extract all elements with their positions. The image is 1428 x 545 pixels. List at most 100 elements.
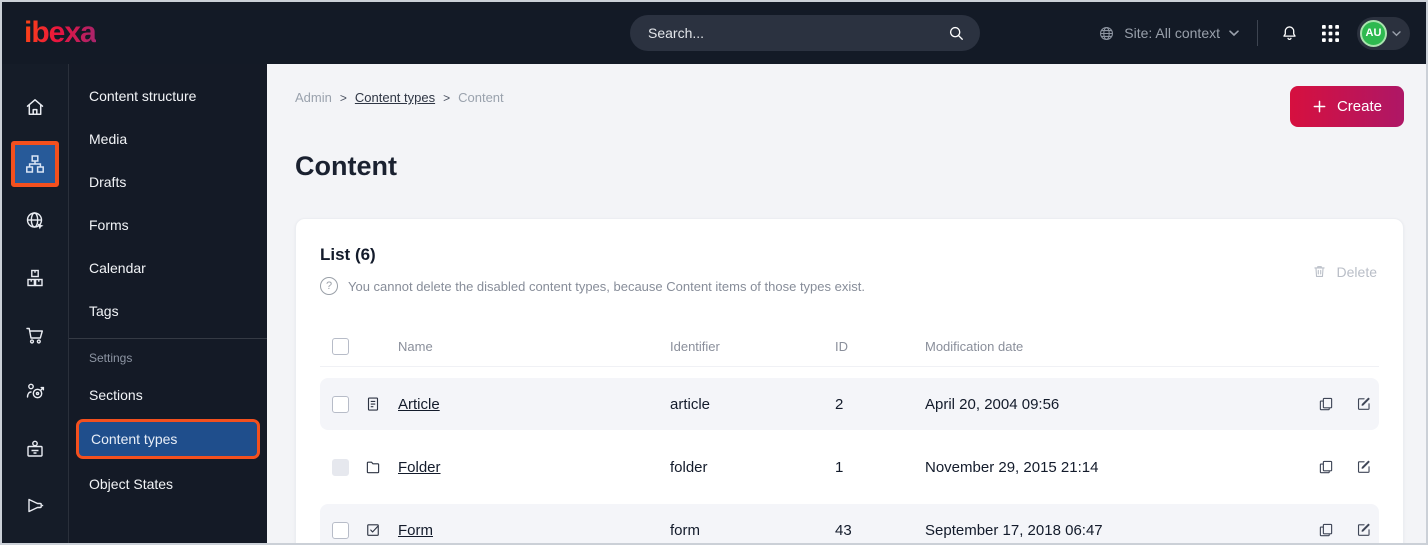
copy-icon[interactable] [1317,395,1335,413]
column-header-id: ID [835,339,848,354]
campaign-megaphone-icon[interactable] [2,477,69,534]
breadcrumb-separator: > [443,90,451,105]
article-icon [364,395,398,413]
breadcrumb-content-types-link[interactable]: Content types [355,90,435,105]
search-icon[interactable] [946,23,966,43]
sidebar-item-content-types[interactable]: Content types [76,419,260,459]
id-cell: 43 [835,521,852,539]
sidebar-item-content-structure[interactable]: Content structure [69,74,267,117]
sidebar-item-object-states[interactable]: Object States [69,462,267,505]
content-types-list-card: List (6) Delete ? You cannot delete the … [295,218,1404,543]
admin-badge-icon[interactable] [2,420,69,477]
sidebar-icon-rail [2,64,69,543]
content-type-link[interactable]: Article [398,396,440,413]
user-menu[interactable]: AU [1357,16,1410,50]
home-icon[interactable] [2,78,69,135]
commerce-cart-icon[interactable] [2,306,69,363]
list-title: List (6) [320,245,376,264]
sidebar-item-label: Sections [89,386,143,403]
form-icon [364,521,398,539]
row-checkbox[interactable] [332,521,349,539]
id-cell: 1 [835,458,844,476]
date-cell: September 17, 2018 06:47 [925,521,1103,539]
date-cell: April 20, 2004 09:56 [925,395,1060,413]
edit-icon[interactable] [1355,395,1373,413]
plus-icon [1312,99,1327,114]
sidebar-item-label: Object States [89,475,174,492]
delete-button[interactable]: Delete [1311,263,1377,280]
copy-icon[interactable] [1317,521,1335,539]
sidebar-item-media[interactable]: Media [69,117,267,160]
apps-grid-icon[interactable] [1316,19,1344,47]
sidebar-item-drafts[interactable]: Drafts [69,160,267,203]
create-button[interactable]: Create [1289,86,1404,127]
row-checkbox[interactable] [332,395,349,413]
top-bar: ibexa Site: All context [2,2,1426,64]
column-header-name: Name [398,339,433,354]
identifier-cell: article [670,395,711,413]
table-row: Form form 43 September 17, 2018 06:47 [320,504,1379,543]
notifications-bell-icon[interactable] [1275,19,1303,47]
site-globe-icon[interactable] [2,192,69,249]
list-info-text: You cannot delete the disabled content t… [348,278,865,294]
edit-icon[interactable] [1355,521,1373,539]
global-search[interactable] [630,15,980,51]
content-structure-icon[interactable] [2,135,69,192]
sidebar-item-label: Calendar [89,259,146,276]
site-context-label: Site: All context [1124,25,1220,41]
id-cell: 2 [835,395,844,413]
sidebar-item-label: Forms [89,216,129,233]
page-title: Content [295,151,397,181]
content-type-link[interactable]: Folder [398,459,441,476]
app-window: ibexa Site: All context [0,0,1428,545]
help-icon: ? [320,277,338,295]
sidebar-menu: Content structure Media Drafts Forms Cal… [69,64,267,543]
table-header: Name Identifier ID Modification date [320,327,1379,367]
create-button-label: Create [1336,98,1382,115]
sidebar-item-calendar[interactable]: Calendar [69,246,267,289]
breadcrumb: Admin > Content types > Content [295,86,504,105]
folder-icon [364,458,398,476]
identifier-cell: form [670,521,700,539]
copy-icon[interactable] [1317,458,1335,476]
breadcrumb-current: Content [458,90,504,105]
chevron-down-icon [1228,29,1240,37]
column-header-identifier: Identifier [670,339,720,354]
sidebar-item-label: Media [89,130,128,147]
avatar: AU [1360,19,1387,47]
breadcrumb-admin: Admin [295,90,332,105]
search-input[interactable] [648,25,946,41]
site-context-selector[interactable]: Site: All context [1097,24,1240,43]
sidebar-item-tags[interactable]: Tags [69,289,267,332]
table-row: Article article 2 April 20, 2004 09:56 [320,378,1379,430]
sidebar-item-label: Content structure [89,87,197,104]
personalization-icon[interactable] [2,363,69,420]
column-header-modification-date: Modification date [925,339,1024,354]
trash-icon [1311,263,1328,280]
delete-button-label: Delete [1336,263,1377,280]
sidebar-item-sections[interactable]: Sections [69,373,267,416]
topbar-divider [1257,20,1258,46]
identifier-cell: folder [670,458,708,476]
chevron-down-icon [1391,24,1402,42]
sidebar-item-label: Content types [91,431,178,447]
breadcrumb-separator: > [339,90,347,105]
ibexa-logo[interactable]: ibexa [24,16,97,50]
edit-icon[interactable] [1355,458,1373,476]
table-row: Folder folder 1 November 29, 2015 21:14 [320,441,1379,493]
content-types-table: Name Identifier ID Modification date Art… [320,327,1379,543]
sidebar-item-forms[interactable]: Forms [69,203,267,246]
date-cell: November 29, 2015 21:14 [925,458,1099,476]
list-info: ? You cannot delete the disabled content… [320,277,1379,295]
topbar-right-cluster: Site: All context AU [1097,2,1410,64]
menu-section-settings: Settings [89,351,133,365]
sidebar-item-label: Tags [89,302,119,319]
product-catalog-icon[interactable] [2,249,69,306]
sidebar-item-label: Drafts [89,173,127,190]
site-globe-icon [1097,24,1116,43]
row-checkbox-disabled [332,458,349,476]
menu-divider [69,338,267,339]
content-type-link[interactable]: Form [398,522,433,539]
active-rail-annotation [11,140,59,187]
select-all-checkbox[interactable] [332,338,349,355]
